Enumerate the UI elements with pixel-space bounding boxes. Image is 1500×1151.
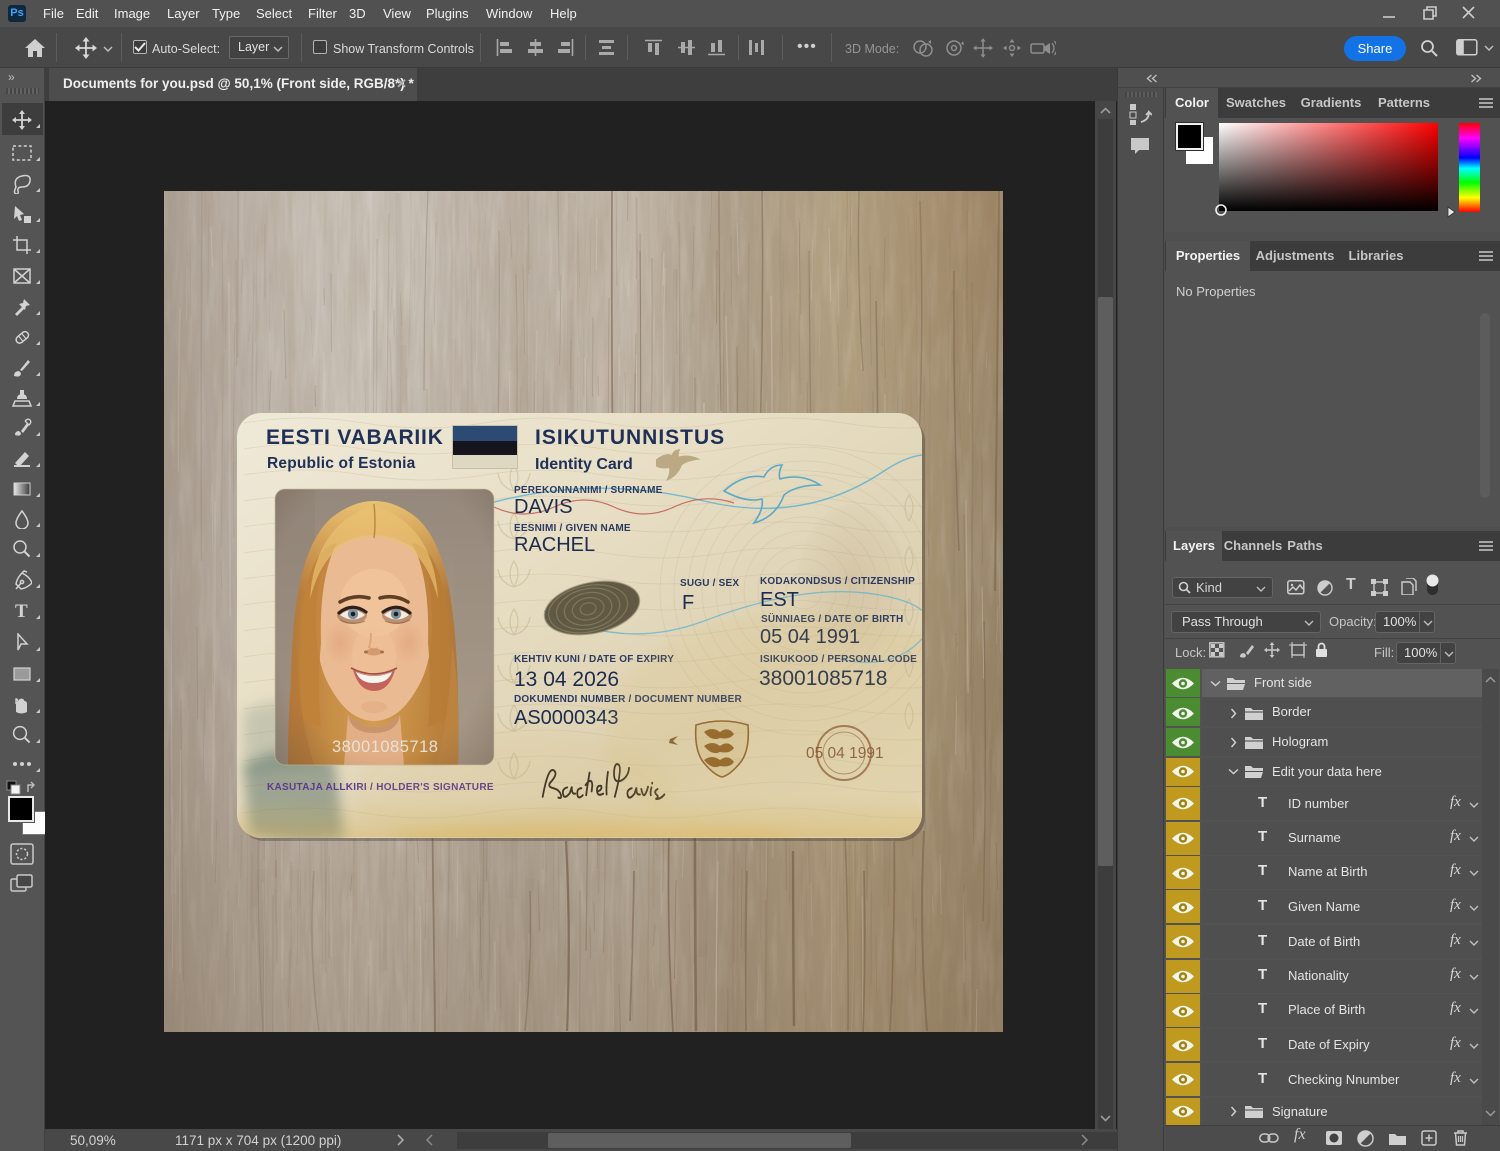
svg-text:38001085718: 38001085718 (332, 738, 438, 756)
svg-text:EST: EST (760, 589, 799, 611)
svg-text:RACHEL: RACHEL (514, 534, 595, 556)
svg-text:AS0000343: AS0000343 (514, 707, 619, 729)
svg-text:KODAKONDSUS / CITIZENSHIP: KODAKONDSUS / CITIZENSHIP (760, 576, 915, 587)
svg-text:Republic of Estonia: Republic of Estonia (267, 455, 416, 472)
svg-text:13 04 2026: 13 04 2026 (514, 668, 619, 691)
svg-text:T: T (15, 601, 28, 621)
svg-text:EESNIMI / GIVEN NAME: EESNIMI / GIVEN NAME (514, 523, 631, 534)
svg-text:Identity Card: Identity Card (535, 456, 633, 473)
svg-text:EESTI VABARIIK: EESTI VABARIIK (266, 426, 444, 449)
svg-text:PEREKONNANIMI / SURNAME: PEREKONNANIMI / SURNAME (514, 485, 663, 496)
svg-text:ISIKUTUNNISTUS: ISIKUTUNNISTUS (535, 426, 725, 449)
svg-text:DAVIS: DAVIS (514, 496, 573, 518)
svg-text:SUGU / SEX: SUGU / SEX (680, 578, 739, 589)
svg-text:F: F (682, 592, 694, 614)
